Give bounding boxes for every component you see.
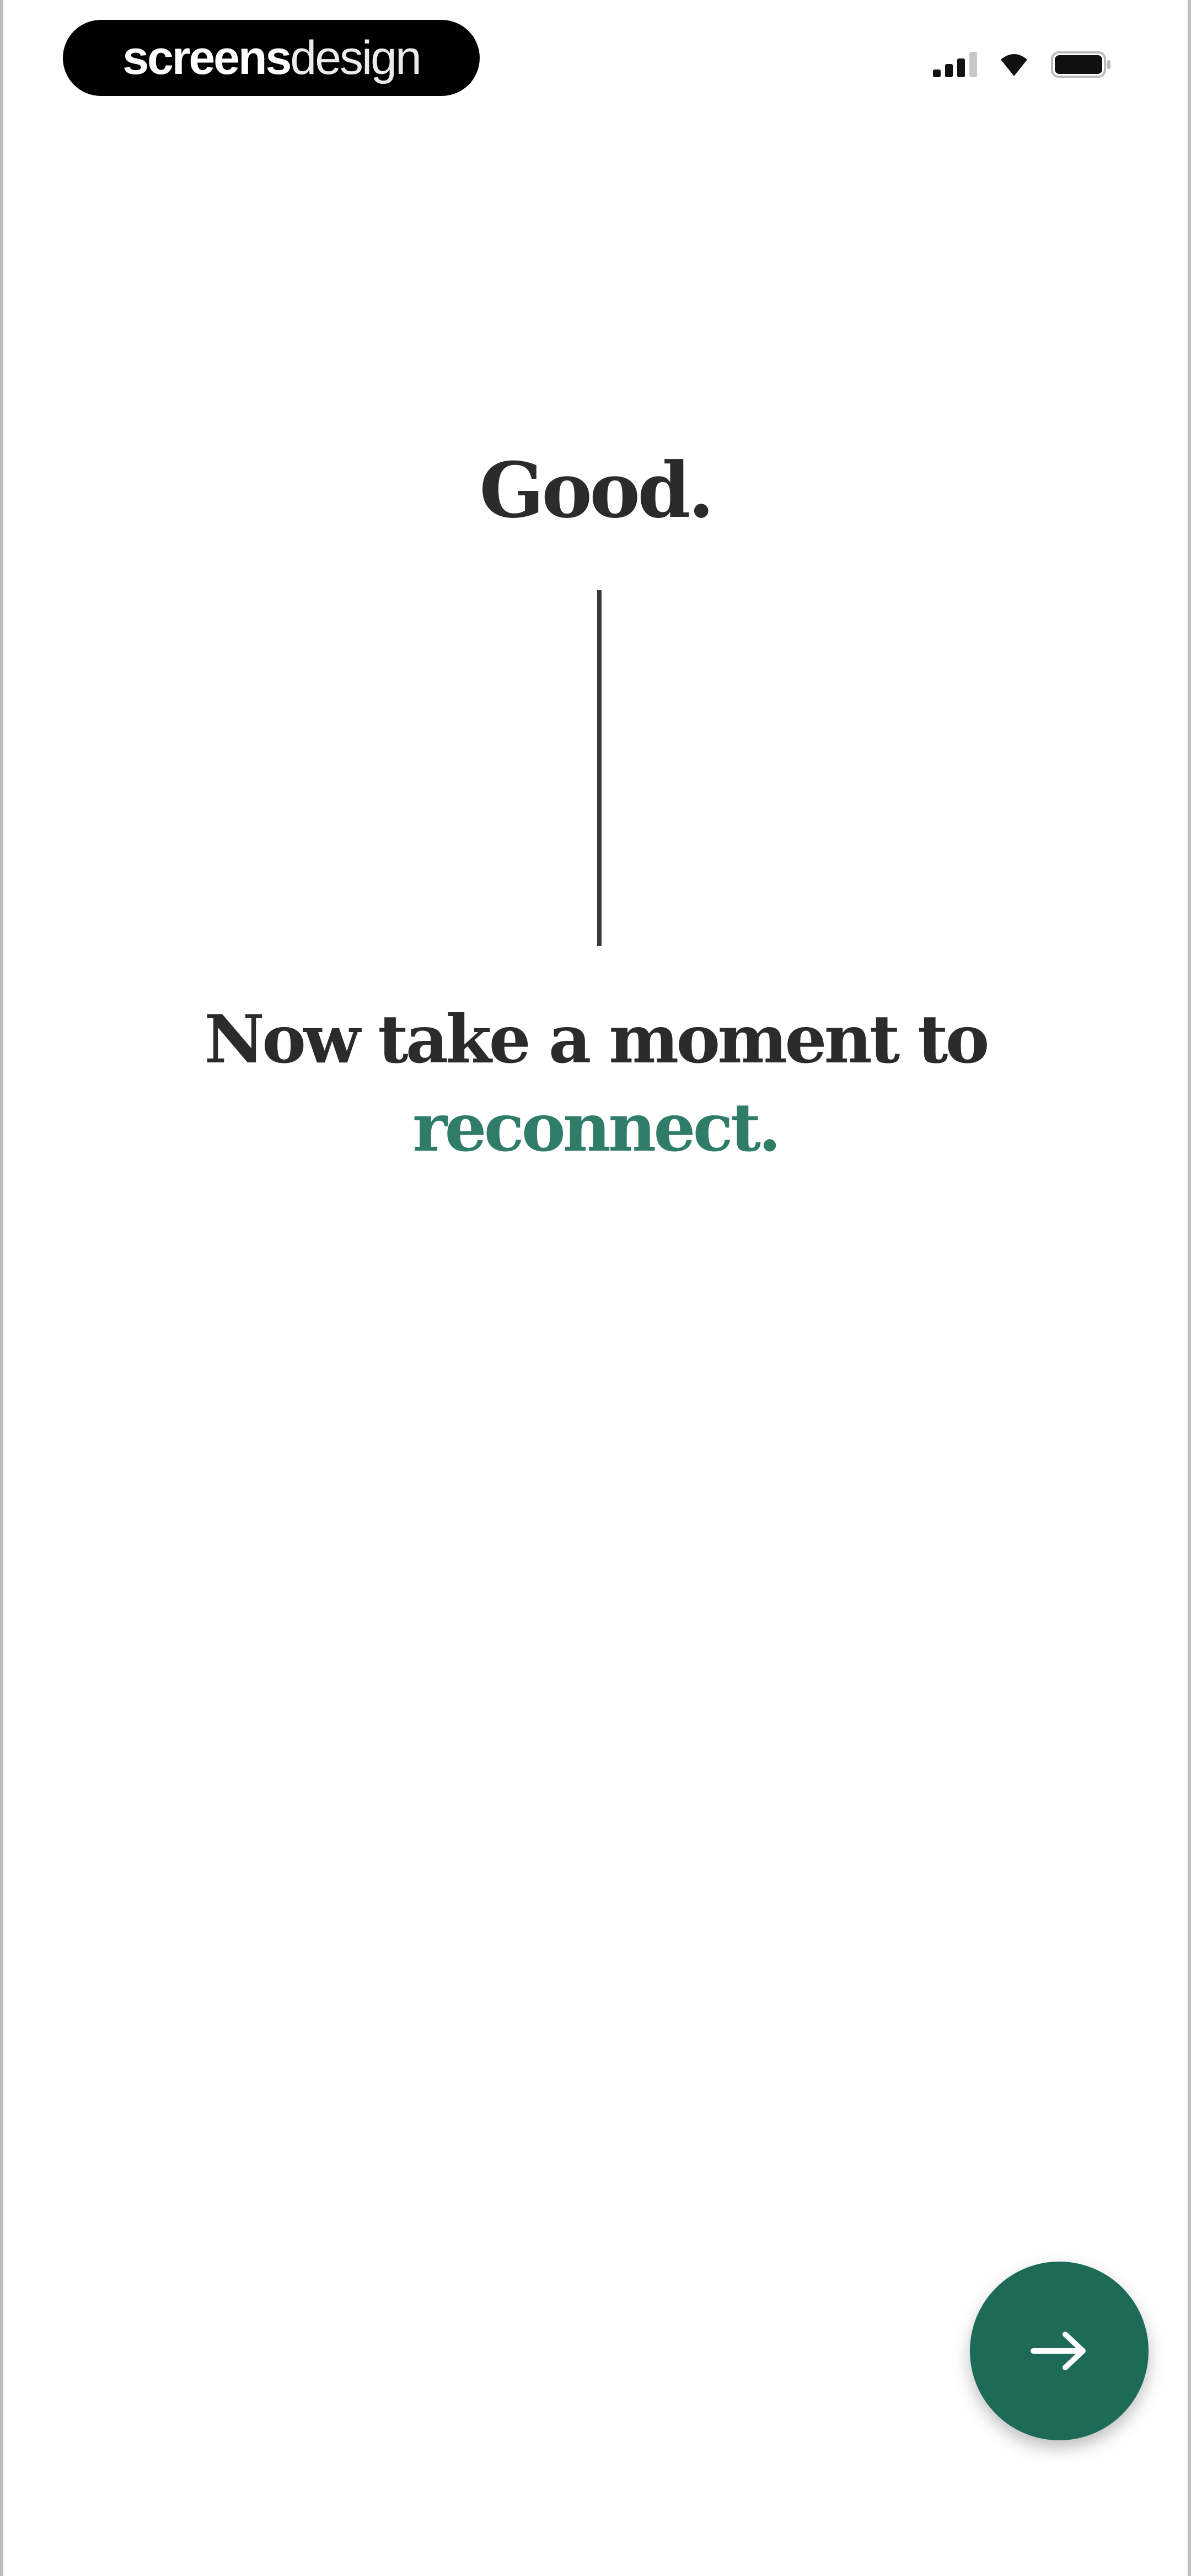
next-button[interactable] bbox=[970, 2262, 1149, 2440]
vertical-divider bbox=[597, 590, 602, 946]
onboarding-screen: screens design Good. Now take a moment t… bbox=[0, 0, 1191, 2576]
brand-name-part1: screens bbox=[122, 31, 292, 84]
status-icons bbox=[933, 51, 1112, 78]
headline: Good. bbox=[479, 445, 714, 535]
message-lead: Now take a moment to bbox=[204, 1001, 989, 1078]
arrow-right-icon bbox=[1031, 2332, 1086, 2370]
brand-name-part2: design bbox=[290, 31, 421, 84]
wifi-icon bbox=[998, 52, 1030, 77]
status-bar: screens design bbox=[3, 0, 1188, 121]
signal-icon bbox=[933, 52, 977, 77]
reconnect-message: Now take a moment to reconnect. bbox=[3, 996, 1188, 1172]
brand-badge: screens design bbox=[63, 20, 480, 96]
battery-icon bbox=[1051, 51, 1112, 78]
message-accent: reconnect. bbox=[412, 1089, 781, 1167]
